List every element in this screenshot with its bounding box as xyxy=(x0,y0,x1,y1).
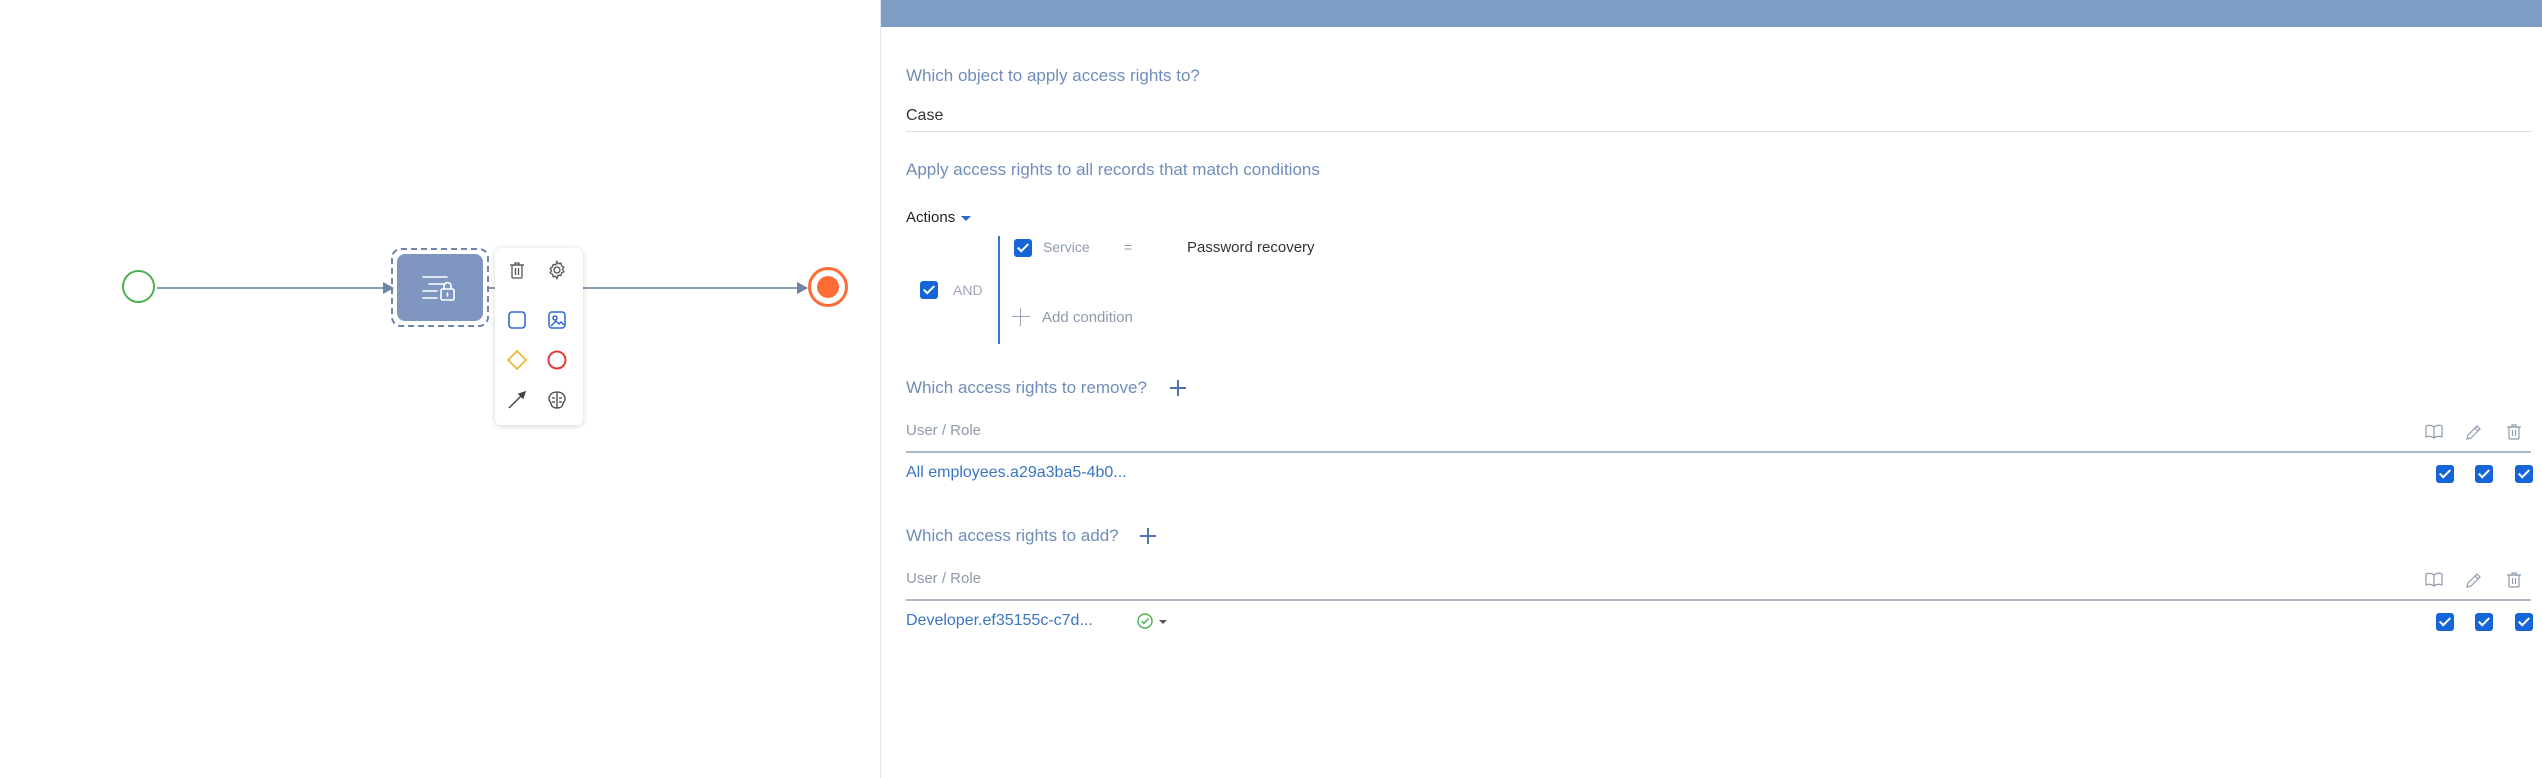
condition-operator[interactable]: = xyxy=(1124,239,1132,255)
read-book-icon xyxy=(2425,424,2443,439)
access-rights-task[interactable] xyxy=(397,254,483,321)
condition-column[interactable]: Service xyxy=(1043,239,1090,255)
delete-trash-icon xyxy=(2507,572,2521,588)
condition-value[interactable]: Password recovery xyxy=(1187,239,1315,256)
sequence-flow-2[interactable] xyxy=(583,287,805,289)
add-row-user[interactable]: Developer.ef35155c-c7d... xyxy=(906,612,1093,630)
panel-header-bar xyxy=(881,0,2542,27)
add-user-role-header: User / Role xyxy=(906,570,982,587)
add-rights-title: Which access rights to add? xyxy=(906,526,1119,545)
read-book-icon xyxy=(2425,572,2443,587)
add-edit-checkbox[interactable] xyxy=(2475,613,2493,631)
group-operator-label[interactable]: AND xyxy=(953,282,983,298)
add-add-right-plus-icon[interactable] xyxy=(1138,526,1158,546)
start-event[interactable] xyxy=(122,270,155,303)
sequence-flow-1[interactable] xyxy=(157,287,387,289)
check-circle-icon[interactable] xyxy=(1136,612,1154,630)
context-palette xyxy=(495,248,583,425)
conditions-title: Apply access rights to all records that … xyxy=(906,160,1320,179)
group-checkbox[interactable] xyxy=(920,281,938,299)
edit-pencil-icon xyxy=(2466,425,2481,440)
properties-panel: Which object to apply access rights to? … xyxy=(880,0,2542,778)
object-question: Which object to apply access rights to? xyxy=(906,66,1200,85)
sequence-flow-2-arrow xyxy=(797,282,808,294)
brain-ai-icon[interactable] xyxy=(542,385,572,415)
task-shape-icon[interactable] xyxy=(502,305,532,335)
process-canvas[interactable] xyxy=(0,0,880,778)
remove-delete-checkbox[interactable] xyxy=(2515,465,2533,483)
remove-rights-title: Which access rights to remove? xyxy=(906,378,1147,397)
add-condition-plus-icon[interactable] xyxy=(1012,308,1030,326)
actions-label: Actions xyxy=(906,209,956,226)
status-chevron-down-icon[interactable] xyxy=(1159,620,1167,624)
connector-arrow-icon[interactable] xyxy=(502,385,532,415)
end-event[interactable] xyxy=(808,267,848,307)
trash-icon[interactable] xyxy=(502,255,532,285)
add-read-checkbox[interactable] xyxy=(2436,613,2454,631)
actions-dropdown[interactable]: Actions xyxy=(906,209,972,226)
condition-group-bracket xyxy=(998,236,1000,344)
remove-edit-checkbox[interactable] xyxy=(2475,465,2493,483)
object-field-value[interactable]: Case xyxy=(906,107,943,125)
add-condition-button[interactable]: Add condition xyxy=(1042,309,1133,326)
add-delete-checkbox[interactable] xyxy=(2515,613,2533,631)
remove-row-user[interactable]: All employees.a29a3ba5-4b0... xyxy=(906,464,1127,482)
end-event-fill xyxy=(817,276,839,298)
end-event-circle-icon[interactable] xyxy=(542,345,572,375)
remove-header-divider xyxy=(906,451,2531,453)
delete-trash-icon xyxy=(2507,424,2521,440)
gear-icon[interactable] xyxy=(542,255,572,285)
add-remove-right-plus-icon[interactable] xyxy=(1168,378,1188,398)
object-field-underline xyxy=(906,131,2531,132)
edit-pencil-icon xyxy=(2466,573,2481,588)
add-header-divider xyxy=(906,599,2531,601)
remove-user-role-header: User / Role xyxy=(906,422,982,439)
remove-read-checkbox[interactable] xyxy=(2436,465,2454,483)
chevron-down-icon xyxy=(961,215,972,221)
image-task-icon[interactable] xyxy=(542,305,572,335)
condition-checkbox[interactable] xyxy=(1014,239,1032,257)
gateway-diamond-icon[interactable] xyxy=(502,345,532,375)
access-rights-icon xyxy=(422,276,455,301)
